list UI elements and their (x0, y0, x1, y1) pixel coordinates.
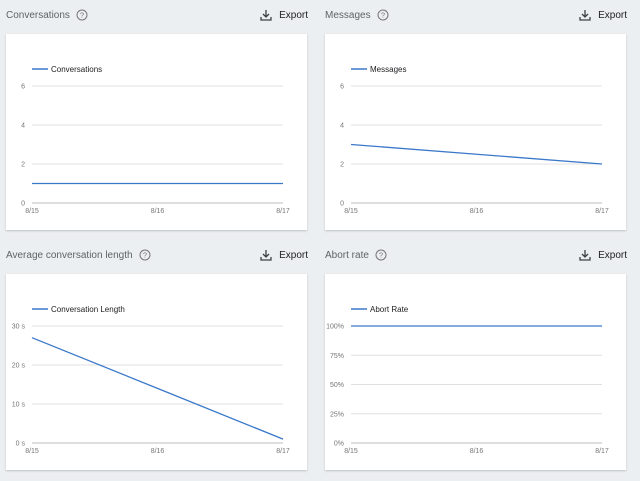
download-icon (260, 10, 272, 21)
export-label: Export (598, 9, 627, 21)
panel-messages: Messages ? Export 0 2 4 6 8/15 8/16 8/17 Messag… (319, 0, 639, 240)
download-icon (579, 250, 591, 261)
export-button[interactable]: Export (259, 8, 308, 22)
chart-card: 0% 25% 50% 75% 100% 8/15 8/16 8/17 Abort Rate (325, 274, 626, 470)
legend-label: Abort Rate (370, 305, 409, 314)
export-label: Export (598, 249, 627, 261)
x-tick-label: 8/16 (151, 448, 165, 455)
export-label: Export (279, 249, 308, 261)
y-tick-label: 75% (330, 353, 344, 360)
y-tick-label: 0 (21, 201, 25, 208)
help-circle-icon[interactable]: ? (377, 9, 389, 21)
chart-card: 0 2 4 6 8/15 8/16 8/17 Messages (325, 34, 626, 230)
chart-card: 0 s 10 s 20 s 30 s 8/15 8/16 8/17 Conversation … (6, 274, 307, 470)
y-tick-label: 50% (330, 382, 344, 389)
x-tick-label: 8/15 (344, 448, 358, 455)
panel-title: Messages ? (325, 9, 389, 21)
panel-header: Abort rate ? Export (319, 240, 639, 274)
x-tick-label: 8/15 (344, 208, 358, 215)
y-tick-label: 20 s (12, 363, 26, 370)
legend-label: Messages (370, 65, 406, 74)
legend-label: Conversation Length (51, 305, 125, 314)
y-tick-label: 2 (21, 162, 25, 169)
svg-text:?: ? (142, 251, 146, 260)
help-circle-icon[interactable]: ? (76, 9, 88, 21)
x-tick-label: 8/17 (276, 448, 290, 455)
x-tick-label: 8/16 (470, 448, 484, 455)
y-tick-label: 30 s (12, 324, 26, 331)
y-tick-label: 6 (340, 84, 344, 91)
legend-label: Conversations (51, 65, 102, 74)
y-tick-label: 4 (21, 123, 25, 130)
chart-average-conversation-length: 0 s 10 s 20 s 30 s 8/15 8/16 8/17 Conversation … (12, 305, 290, 455)
x-tick-label: 8/15 (25, 448, 39, 455)
x-tick-label: 8/16 (470, 208, 484, 215)
panel-header: Average conversation length ? Export (0, 240, 320, 274)
x-tick-label: 8/16 (151, 208, 165, 215)
export-label: Export (279, 9, 308, 21)
export-button[interactable]: Export (259, 248, 308, 262)
help-circle-icon[interactable]: ? (139, 249, 151, 261)
svg-text:?: ? (379, 251, 383, 260)
panel-header: Conversations ? Export (0, 0, 320, 34)
panel-title-text: Average conversation length (6, 249, 133, 261)
download-icon (579, 10, 591, 21)
y-tick-label: 4 (340, 123, 344, 130)
x-tick-label: 8/15 (25, 208, 39, 215)
export-button[interactable]: Export (578, 248, 627, 262)
y-tick-label: 10 s (12, 402, 26, 409)
panel-title: Average conversation length ? (6, 249, 151, 261)
panel-title: Conversations ? (6, 9, 88, 21)
chart-conversations: 0 2 4 6 8/15 8/16 8/17 Conversations (21, 65, 290, 215)
export-button[interactable]: Export (578, 8, 627, 22)
y-tick-label: 0 (340, 201, 344, 208)
panel-average-conversation-length: Average conversation length ? Export 0 s… (0, 240, 320, 480)
x-tick-label: 8/17 (595, 448, 609, 455)
panel-title: Abort rate ? (325, 249, 387, 261)
panel-header: Messages ? Export (319, 0, 639, 34)
panel-title-text: Messages (325, 9, 371, 21)
svg-text:?: ? (380, 11, 384, 20)
y-tick-label: 6 (21, 84, 25, 91)
download-icon (260, 250, 272, 261)
y-tick-label: 2 (340, 162, 344, 169)
chart-abort-rate: 0% 25% 50% 75% 100% 8/15 8/16 8/17 Abort Rate (326, 305, 609, 455)
panel-title-text: Conversations (6, 9, 70, 21)
x-tick-label: 8/17 (276, 208, 290, 215)
chart-card: 0 2 4 6 8/15 8/16 8/17 Conversations (6, 34, 307, 230)
y-tick-label: 25% (330, 411, 344, 418)
panel-conversations: Conversations ? Export 0 2 4 6 8/15 8/16 8/17 C… (0, 0, 320, 240)
x-tick-label: 8/17 (595, 208, 609, 215)
panel-abort-rate: Abort rate ? Export 0% 25% 50% 75% 100% 8/15 8… (319, 240, 639, 480)
svg-text:?: ? (80, 11, 84, 20)
y-tick-label: 0% (334, 441, 344, 448)
chart-messages: 0 2 4 6 8/15 8/16 8/17 Messages (340, 65, 609, 215)
panel-title-text: Abort rate (325, 249, 369, 261)
y-tick-label: 100% (326, 324, 344, 331)
help-circle-icon[interactable]: ? (375, 249, 387, 261)
y-tick-label: 0 s (16, 441, 26, 448)
